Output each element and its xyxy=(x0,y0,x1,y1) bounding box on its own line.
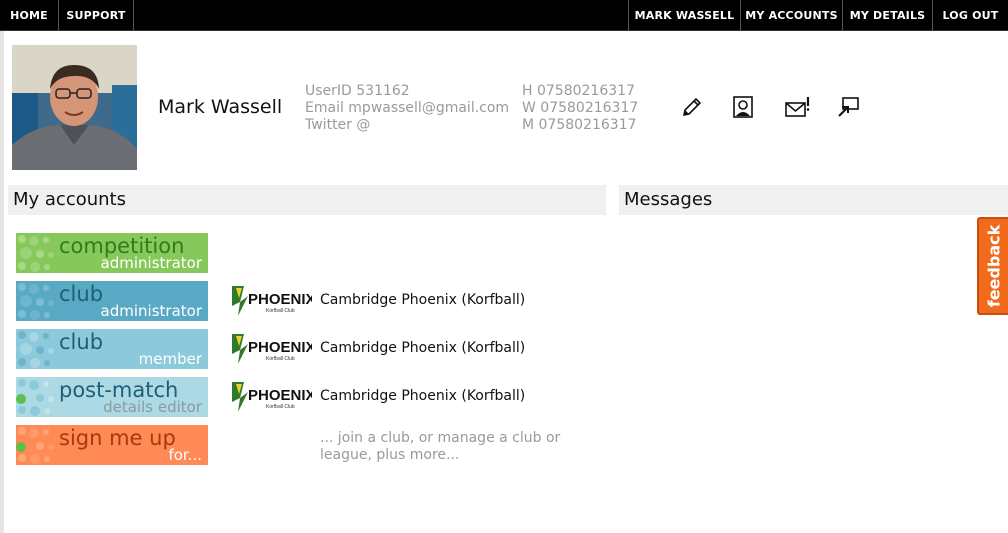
role-tile-post-match-details-editor[interactable]: post-match details editor xyxy=(16,377,208,417)
user-twitter: Twitter @ xyxy=(305,117,371,133)
dots-decoration-icon xyxy=(18,283,54,320)
user-id: UserID 531162 xyxy=(305,83,410,99)
svg-text:PHOENIX: PHOENIX xyxy=(248,387,312,404)
nav-my-details[interactable]: MY DETAILS xyxy=(843,0,932,31)
nav-divider xyxy=(133,0,134,31)
svg-text:Korfball Club: Korfball Club xyxy=(266,308,295,314)
user-email: Email mpwassell@gmail.com xyxy=(305,100,510,116)
phone-home: H 07580216317 xyxy=(522,83,635,99)
role-tile-club-administrator[interactable]: club administrator xyxy=(16,281,208,321)
feedback-label: feedback xyxy=(984,224,1003,308)
role-sub-label: details editor xyxy=(103,398,202,416)
nav-my-accounts[interactable]: MY ACCOUNTS xyxy=(741,0,842,31)
role-main-label: club xyxy=(59,330,104,354)
profile-photo xyxy=(12,45,137,170)
feedback-tab[interactable]: feedback xyxy=(977,217,1008,315)
club-logo[interactable]: PHOENIX Korfball Club xyxy=(230,378,316,416)
phone-work: W 07580216317 xyxy=(522,100,639,116)
dots-decoration-icon xyxy=(16,427,54,464)
messages-title: Messages xyxy=(624,189,713,210)
role-sub-label: for... xyxy=(168,446,202,464)
profile-card-icon[interactable] xyxy=(731,95,755,119)
svg-text:PHOENIX: PHOENIX xyxy=(248,339,312,356)
messages-header: Messages xyxy=(619,185,1008,215)
nav-log-out[interactable]: LOG OUT xyxy=(933,0,1008,31)
nav-support[interactable]: SUPPORT xyxy=(59,0,133,31)
nav-home[interactable]: HOME xyxy=(0,0,58,31)
switch-account-icon[interactable] xyxy=(836,95,860,119)
svg-text:Korfball Club: Korfball Club xyxy=(266,404,295,410)
nav-user-name[interactable]: MARK WASSELL xyxy=(629,0,740,31)
page-left-border xyxy=(0,31,4,533)
role-tile-competition-administrator[interactable]: competition administrator xyxy=(16,233,208,273)
phone-mobile: M 07580216317 xyxy=(522,117,637,133)
my-accounts-title: My accounts xyxy=(13,189,126,210)
role-sub-label: administrator xyxy=(100,254,202,272)
role-sub-label: member xyxy=(138,350,202,368)
svg-text:PHOENIX: PHOENIX xyxy=(248,291,312,308)
edit-icon[interactable] xyxy=(680,95,704,119)
role-sub-label: administrator xyxy=(100,302,202,320)
dots-decoration-icon xyxy=(18,331,54,368)
dots-decoration-icon xyxy=(18,235,54,272)
message-alert-icon[interactable] xyxy=(784,95,812,119)
profile-phone-info: H 07580216317 W 07580216317 M 0758021631… xyxy=(522,83,638,134)
role-tile-sign-me-up[interactable]: sign me up for... xyxy=(16,425,208,465)
dots-decoration-icon xyxy=(16,379,54,416)
club-name[interactable]: Cambridge Phoenix (Korfball) xyxy=(320,388,525,404)
my-accounts-header: My accounts xyxy=(8,185,606,215)
join-club-hint: ... join a club, or manage a club or lea… xyxy=(320,430,561,463)
role-main-label: sign me up xyxy=(59,426,176,450)
role-main-label: club xyxy=(59,282,104,306)
top-nav: HOME SUPPORT MARK WASSELL MY ACCOUNTS MY… xyxy=(0,0,1008,31)
role-tile-club-member[interactable]: club member xyxy=(16,329,208,369)
profile-contact-info: UserID 531162 Email mpwassell@gmail.com … xyxy=(305,83,509,134)
svg-text:Korfball Club: Korfball Club xyxy=(266,356,295,362)
club-logo[interactable]: PHOENIX Korfball Club xyxy=(230,282,316,320)
club-logo[interactable]: PHOENIX Korfball Club xyxy=(230,330,316,368)
club-name[interactable]: Cambridge Phoenix (Korfball) xyxy=(320,292,525,308)
profile-name: Mark Wassell xyxy=(158,96,283,118)
club-name[interactable]: Cambridge Phoenix (Korfball) xyxy=(320,340,525,356)
